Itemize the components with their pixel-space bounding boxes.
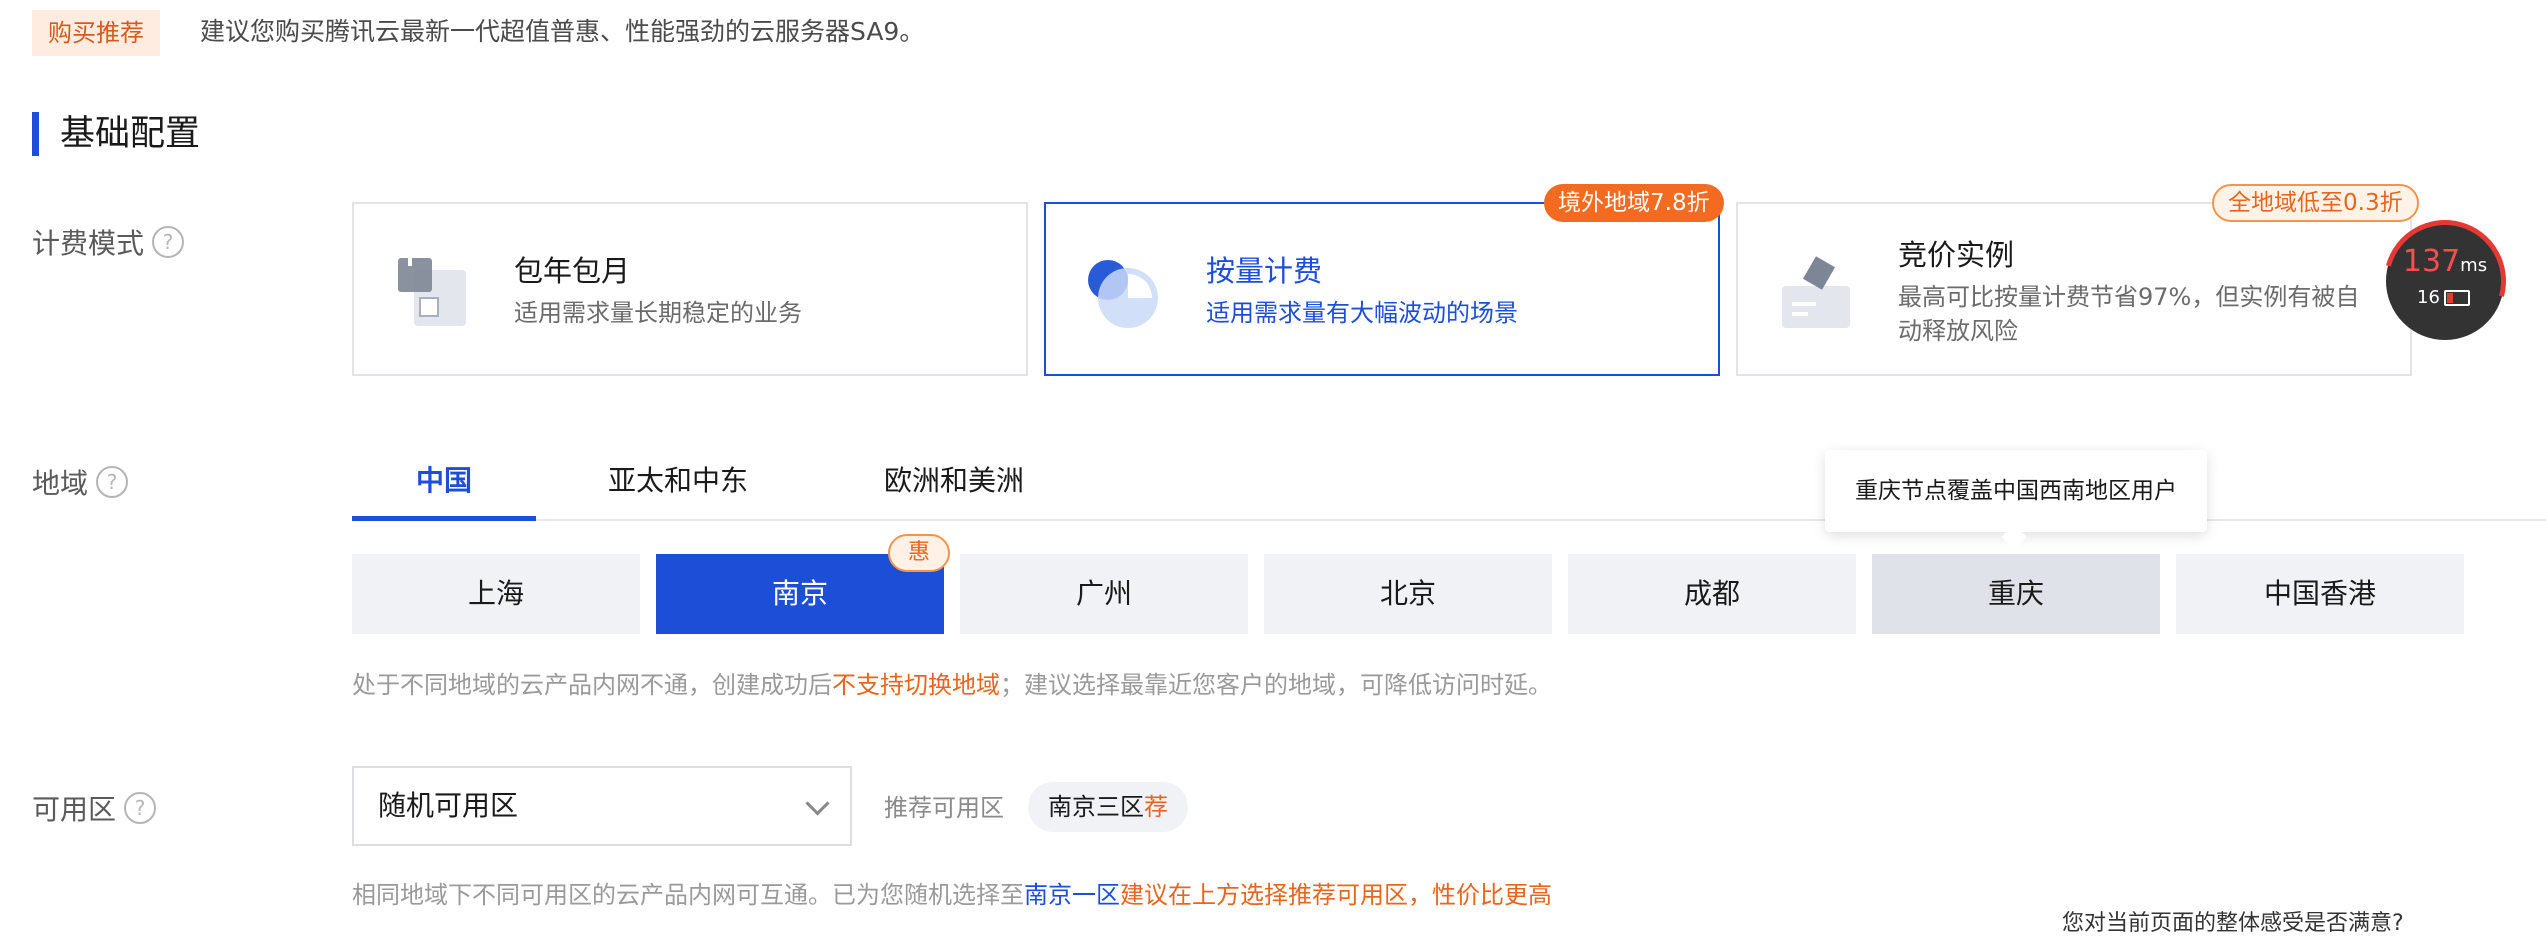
calendar-icon [398, 254, 466, 326]
tab-europe-america[interactable]: 欧洲和美洲 [864, 456, 1044, 518]
auction-icon [1782, 256, 1850, 328]
chevron-down-icon [805, 791, 830, 816]
latency-sub-value: 16 [2417, 287, 2440, 308]
promo-badge: 惠 [888, 534, 950, 572]
billing-card-title: 竞价实例 [1898, 238, 2015, 272]
city-beijing[interactable]: 北京 [1264, 554, 1552, 634]
billing-card-desc: 适用需求量长期稳定的业务 [514, 299, 802, 327]
zone-note-prefix: 相同地域下不同可用区的云产品内网可互通。已为您随机选择至 [352, 881, 1024, 909]
zone-note-zone[interactable]: 南京一区 [1024, 881, 1120, 909]
discount-badge: 全地域低至0.3折 [2212, 184, 2419, 222]
billing-card-desc: 最高可比按量计费节省97%，但实例有被自动释放风险 [1898, 283, 2360, 345]
billing-card-monthly[interactable]: 包年包月 适用需求量长期稳定的业务 [352, 202, 1028, 376]
zone-select[interactable]: 随机可用区 [352, 766, 852, 846]
city-chengdu[interactable]: 成都 [1568, 554, 1856, 634]
recommend-text: 建议您购买腾讯云最新一代超值普惠、性能强劲的云服务器SA9。 [200, 17, 925, 46]
region-note-highlight: 不支持切换地域 [832, 671, 1000, 699]
billing-card-spot[interactable]: 竞价实例 最高可比按量计费节省97%，但实例有被自动释放风险 [1736, 202, 2412, 376]
recommend-zone-chip[interactable]: 南京三区荐 [1028, 782, 1188, 832]
recommend-zone-tag: 荐 [1144, 793, 1168, 821]
recommend-tag: 购买推荐 [32, 10, 160, 56]
zone-label: 可用区 ? [32, 788, 157, 828]
city-chongqing[interactable]: 重庆 [1872, 554, 2160, 634]
zone-note: 相同地域下不同可用区的云产品内网可互通。已为您随机选择至南京一区建议在上方选择推… [352, 878, 1552, 912]
city-hongkong[interactable]: 中国香港 [2176, 554, 2464, 634]
recommend-zone-label: 推荐可用区 [884, 794, 1004, 822]
billing-card-payg[interactable]: 按量计费 适用需求量有大幅波动的场景 [1044, 202, 1720, 376]
region-note-prefix: 处于不同地域的云产品内网不通，创建成功后 [352, 671, 832, 699]
zone-label-text: 可用区 [32, 793, 117, 826]
region-tooltip: 重庆节点覆盖中国西南地区用户 [1825, 450, 2207, 532]
survey-prompt: 您对当前页面的整体感受是否满意? [2062, 911, 2404, 936]
latency-ms: 137 [2402, 244, 2461, 279]
help-icon[interactable]: ? [124, 792, 157, 824]
discount-badge: 境外地域7.8折 [1544, 184, 1724, 222]
recommend-zone-name: 南京三区 [1048, 793, 1144, 821]
help-icon[interactable]: ? [96, 466, 129, 498]
help-icon[interactable]: ? [152, 226, 185, 258]
latency-unit: ms [2460, 255, 2488, 276]
region-label-text: 地域 [32, 467, 89, 500]
city-guangzhou[interactable]: 广州 [960, 554, 1248, 634]
latency-value: 137ms [2389, 245, 2501, 283]
billing-card-title: 按量计费 [1206, 254, 1323, 288]
latency-sub: 16 [2417, 287, 2470, 308]
section-title: 基础配置 [60, 114, 201, 154]
region-label: 地域 ? [32, 462, 129, 502]
billing-card-desc: 适用需求量有大幅波动的场景 [1206, 299, 1518, 327]
battery-icon [2443, 289, 2470, 306]
tab-asia-pacific[interactable]: 亚太和中东 [588, 456, 768, 518]
region-note: 处于不同地域的云产品内网不通，创建成功后不支持切换地域；建议选择最靠近您客户的地… [352, 668, 1552, 702]
section-accent-bar [32, 112, 39, 156]
tab-china[interactable]: 中国 [352, 456, 536, 518]
tabs-divider [352, 519, 2546, 521]
billing-label-text: 计费模式 [32, 227, 145, 260]
region-note-suffix: ；建议选择最靠近您客户的地域，可降低访问时延。 [1000, 671, 1552, 699]
zone-select-value: 随机可用区 [378, 789, 519, 822]
billing-card-title: 包年包月 [514, 254, 631, 288]
billing-label: 计费模式 ? [32, 222, 185, 262]
tab-active-indicator [352, 516, 536, 521]
pie-chart-icon [1088, 260, 1158, 328]
zone-note-suffix[interactable]: 建议在上方选择推荐可用区，性价比更高 [1120, 881, 1552, 909]
city-shanghai[interactable]: 上海 [352, 554, 640, 634]
latency-widget[interactable]: 137ms 16 [2361, 197, 2529, 365]
